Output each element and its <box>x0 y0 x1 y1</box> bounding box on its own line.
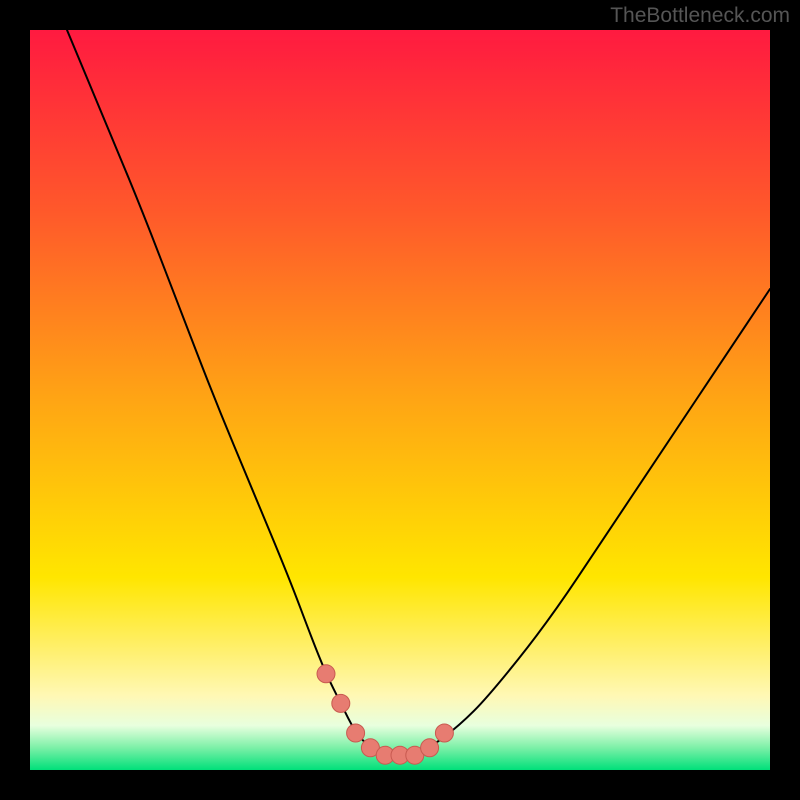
marker-point <box>347 724 365 742</box>
plot-area <box>30 30 770 770</box>
marker-point <box>435 724 453 742</box>
chart-svg <box>30 30 770 770</box>
marker-point <box>421 739 439 757</box>
bottleneck-curve <box>67 30 770 755</box>
watermark-text: TheBottleneck.com <box>610 4 790 28</box>
chart-frame: TheBottleneck.com <box>0 0 800 800</box>
highlight-markers <box>317 665 453 764</box>
marker-point <box>317 665 335 683</box>
marker-point <box>332 694 350 712</box>
